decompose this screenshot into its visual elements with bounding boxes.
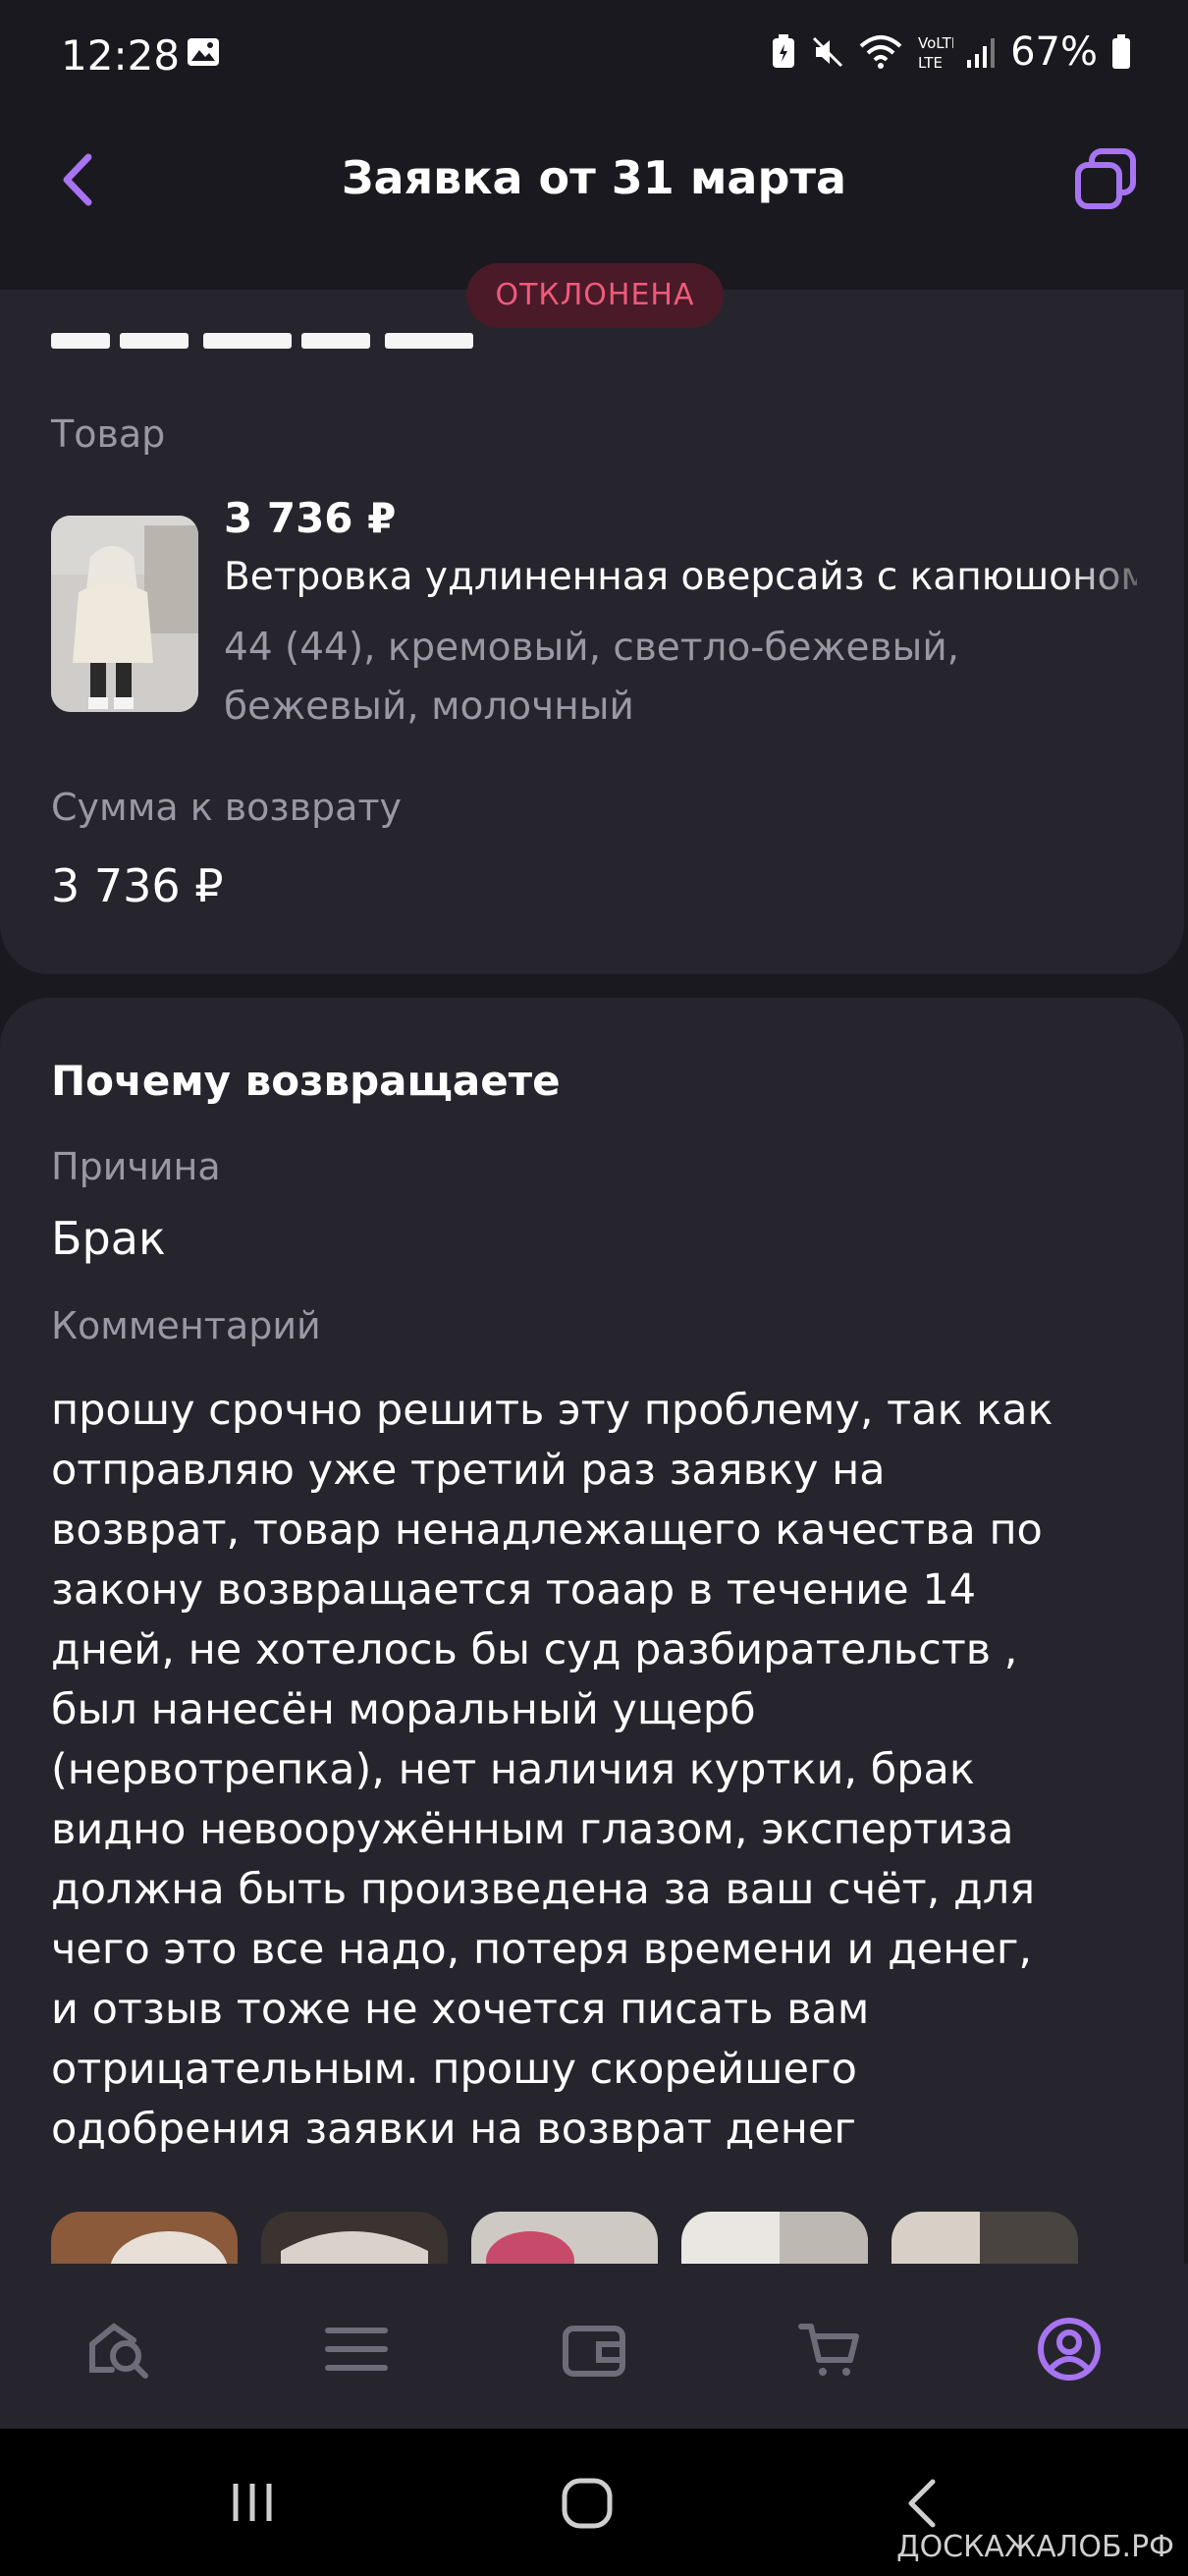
- cart-icon[interactable]: [795, 2315, 864, 2384]
- system-navigation-bar: ДОСКАЖАЛОБ.РФ: [0, 2429, 1188, 2576]
- comment-text: прошу срочно решить эту проблему, так ка…: [51, 1386, 1053, 2154]
- product-attributes: 44 (44), кремовый, светло-бежевый, бежев…: [224, 626, 960, 729]
- menu-icon[interactable]: [322, 2315, 391, 2384]
- mute-icon: [813, 36, 843, 68]
- wallet-icon[interactable]: [560, 2315, 628, 2384]
- bottom-navigation: [0, 2264, 1188, 2429]
- battery-saver-icon: [773, 34, 795, 68]
- page-title: Заявка от 31 марта: [341, 151, 847, 204]
- text-fade: [1060, 553, 1168, 606]
- status-bar: 12:28 VoLTE LTE 67%: [0, 0, 1188, 116]
- signal-icon: [967, 38, 996, 68]
- reason-label: Причина: [51, 1145, 221, 1188]
- wifi-icon: [859, 35, 902, 69]
- product-name[interactable]: Ветровка удлиненная оверсайз с капюшоном: [224, 555, 1137, 599]
- section-title-clipped: [51, 329, 473, 351]
- watermark: ДОСКАЖАЛОБ.РФ: [896, 2530, 1174, 2564]
- system-back-icon[interactable]: [903, 2476, 943, 2531]
- copy-icon[interactable]: [1072, 145, 1139, 212]
- product-label: Товар: [51, 412, 166, 456]
- home-button-icon[interactable]: [560, 2476, 615, 2531]
- recent-apps-icon[interactable]: [228, 2478, 277, 2527]
- product-image[interactable]: [51, 516, 198, 712]
- refund-label: Сумма к возврату: [51, 786, 403, 829]
- return-reason-card: Почему возвращаете Причина Брак Коммента…: [0, 998, 1184, 2275]
- reason-value: Брак: [51, 1212, 166, 1265]
- status-time: 12:28: [61, 31, 181, 80]
- section-title: Почему возвращаете: [51, 1057, 561, 1105]
- return-details-card: Товар 3 736 ₽ Ветровка удлиненная оверса…: [0, 290, 1184, 974]
- svg-text:LTE: LTE: [918, 54, 943, 72]
- battery-icon: [1112, 34, 1130, 69]
- home-search-icon[interactable]: [84, 2315, 153, 2384]
- image-notification-icon: [188, 38, 219, 66]
- product-price: 3 736 ₽: [224, 494, 397, 542]
- profile-icon[interactable]: [1035, 2315, 1104, 2384]
- app-header: Заявка от 31 марта: [0, 116, 1188, 244]
- status-badge: ОТКЛОНЕНА: [466, 263, 724, 328]
- battery-percent: 67%: [1010, 29, 1098, 75]
- svg-text:VoLTE: VoLTE: [918, 34, 953, 52]
- volte-icon: VoLTE LTE: [918, 34, 953, 72]
- comment-label: Комментарий: [51, 1304, 321, 1347]
- refund-amount: 3 736 ₽: [51, 859, 224, 912]
